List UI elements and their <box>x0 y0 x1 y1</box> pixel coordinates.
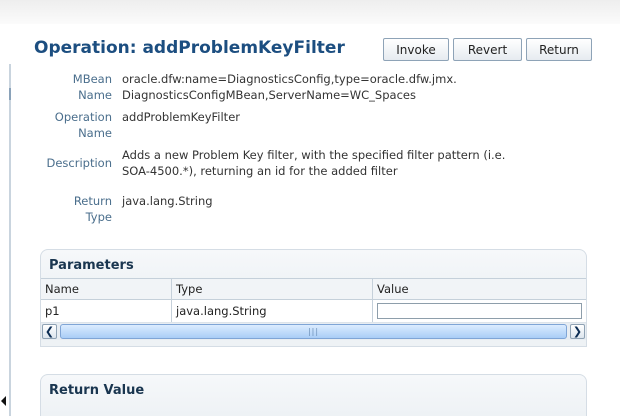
operation-label-line2: Name <box>78 126 112 140</box>
scroll-left-icon[interactable]: ❮ <box>42 324 57 339</box>
return-value-panel: Return Value <box>40 374 587 416</box>
operation-name-label: Operation Name <box>34 109 112 141</box>
return-button[interactable]: Return <box>526 38 592 61</box>
table-header-row: Name Type Value <box>41 279 586 300</box>
param-type-cell: java.lang.String <box>172 300 373 322</box>
description-value-line2: SOA-4500.*), returning an id for the add… <box>122 164 398 178</box>
return-type-label: Return Type <box>34 193 112 225</box>
description-value-line1: Adds a new Problem Key filter, with the … <box>122 148 506 162</box>
description-label: Description <box>46 156 113 170</box>
return-type-value: java.lang.String <box>122 194 213 208</box>
param-value-input[interactable] <box>377 303 582 319</box>
horizontal-scrollbar[interactable]: ❮ ||| ❯ <box>41 323 586 340</box>
mbean-value-line1: oracle.dfw:name=DiagnosticsConfig,type=o… <box>122 72 457 86</box>
mbean-label-line2: Name <box>78 88 112 102</box>
left-splitter-bar[interactable] <box>9 64 11 416</box>
parameters-panel: Parameters Name Type Value p1 java.lang.… <box>40 249 587 347</box>
parameters-table: Name Type Value p1 java.lang.String <box>41 278 586 323</box>
description-value: Adds a new Problem Key filter, with the … <box>122 147 582 179</box>
scroll-right-icon[interactable]: ❯ <box>570 324 585 339</box>
scrollbar-thumb[interactable]: ||| <box>60 324 567 339</box>
parameters-title: Parameters <box>49 258 134 273</box>
mbean-name-value: oracle.dfw:name=DiagnosticsConfig,type=o… <box>122 71 582 103</box>
splitter-marker <box>9 88 11 100</box>
page-title: Operation: addProblemKeyFilter <box>34 38 345 58</box>
column-header-value[interactable]: Value <box>373 279 586 299</box>
param-value-cell <box>373 300 586 322</box>
invoke-button[interactable]: Invoke <box>383 38 449 61</box>
return-type-label-line2: Type <box>85 210 112 224</box>
grip-icon: ||| <box>307 327 320 336</box>
table-row: p1 java.lang.String <box>41 300 586 323</box>
collapse-arrow-icon[interactable] <box>0 394 6 408</box>
column-header-type[interactable]: Type <box>172 279 373 299</box>
mbean-label-line1: MBean <box>72 72 112 86</box>
column-header-name[interactable]: Name <box>41 279 172 299</box>
return-type-label-line1: Return <box>73 194 112 208</box>
param-name-cell: p1 <box>41 300 172 322</box>
top-header-shade <box>0 0 620 24</box>
mbean-name-label: MBean Name <box>34 71 112 103</box>
mbean-value-line2: DiagnosticsConfigMBean,ServerName=WC_Spa… <box>122 88 416 102</box>
return-value-title: Return Value <box>49 383 145 398</box>
operation-label-line1: Operation <box>54 110 112 124</box>
revert-button[interactable]: Revert <box>453 38 522 61</box>
operation-name-value: addProblemKeyFilter <box>122 110 240 124</box>
